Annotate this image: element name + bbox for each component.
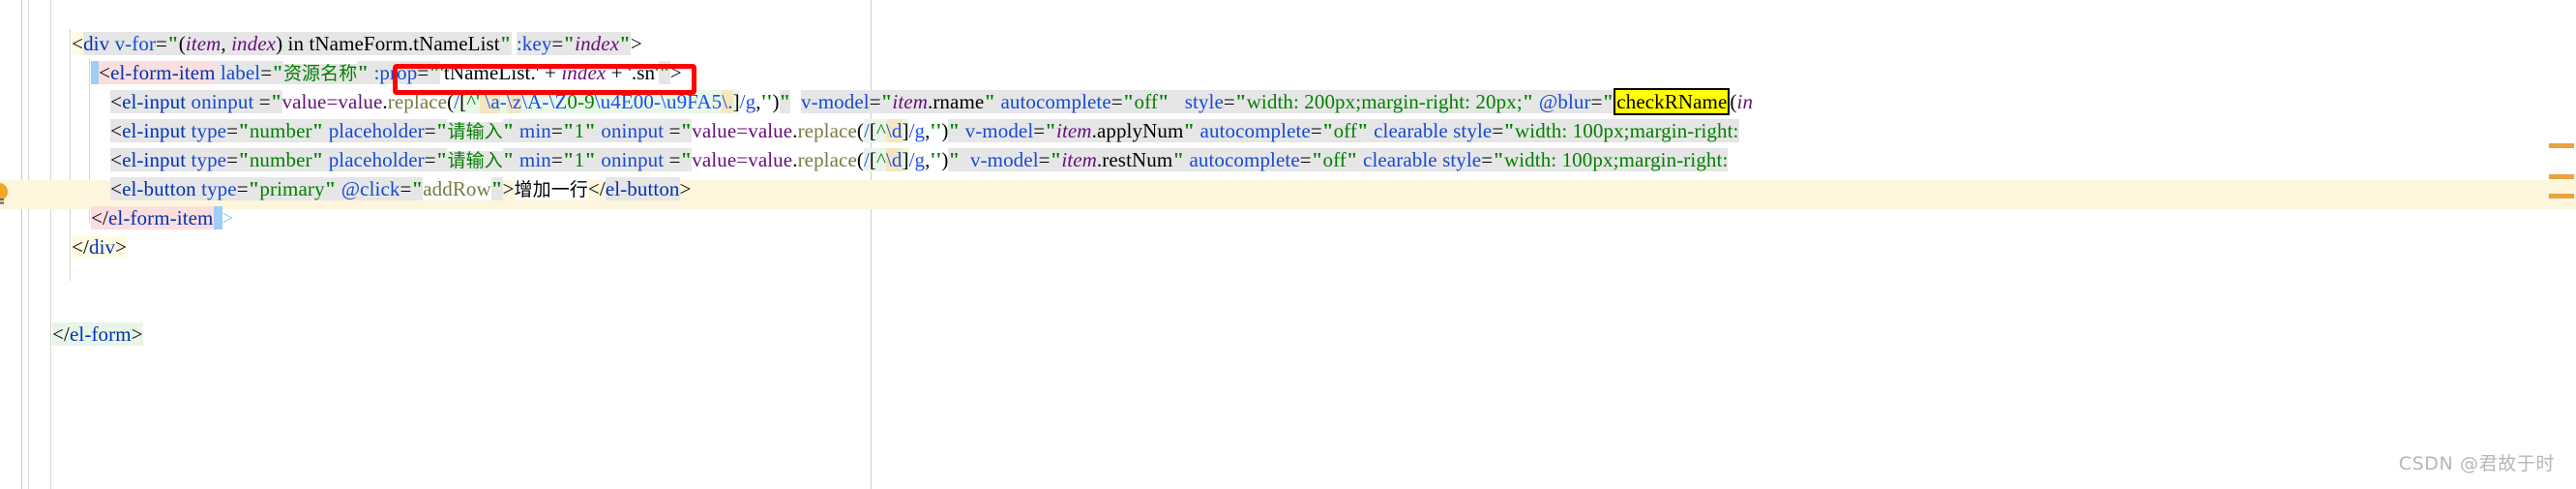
token-close-tag-el-form: el-form [70,322,132,346]
code-line-6[interactable]: <el-button type="primary" @click="addRow… [0,145,1753,200]
code-line-blank-2 [0,261,1753,290]
code-line-blank-1 [0,232,1753,261]
code-line-3[interactable]: <el-input oninput ="value=value.replace(… [0,58,1753,115]
code-line-1[interactable]: <div v-for="(item, index) in tNameForm.t… [0,0,1753,55]
error-stripe-mark-2[interactable] [2549,174,2574,179]
code-editor[interactable]: <div v-for="(item, index) in tNameForm.t… [0,0,2576,489]
csdn-watermark: CSDN @君故于时 [2398,453,2555,474]
code-line-9[interactable]: </el-form> [0,290,1753,346]
code-content[interactable]: <div v-for="(item, index) in tNameForm.t… [0,0,1753,346]
code-line-8[interactable]: </div> [0,203,1753,259]
intention-lightbulb-icon[interactable] [0,180,17,209]
error-stripe-mark-3[interactable] [2549,194,2574,199]
code-line-2[interactable]: <el-form-item label="资源名称" :prop="'tName… [0,29,1753,84]
error-stripe-mark-1[interactable] [2549,143,2574,148]
token-close-lt-elform: </ [52,322,70,346]
code-line-4[interactable]: <el-input type="number" placeholder="请输入… [0,87,1753,142]
code-line-7[interactable]: </el-form-item > [0,174,1753,229]
code-line-5[interactable]: <el-input type="number" placeholder="请输入… [0,116,1753,171]
